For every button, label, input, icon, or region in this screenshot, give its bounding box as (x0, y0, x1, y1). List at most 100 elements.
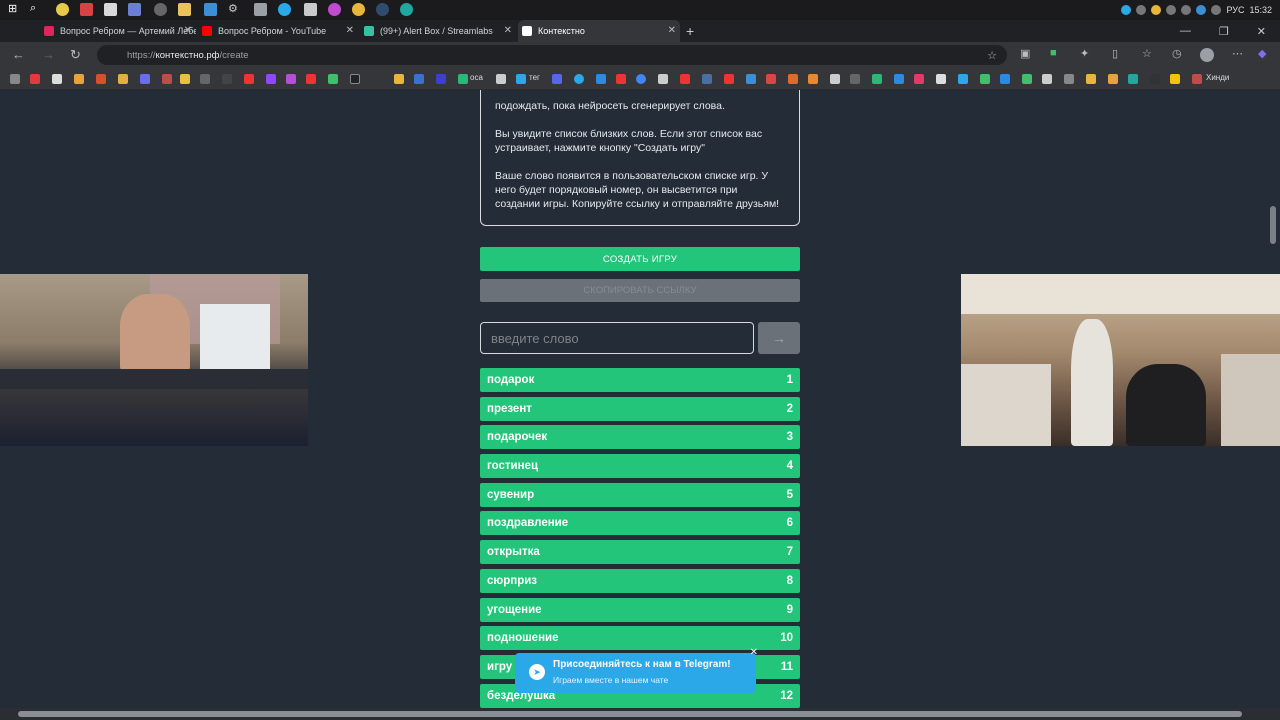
app-icon[interactable] (104, 3, 117, 16)
tab-2[interactable]: Вопрос Ребром - YouTube ✕ (198, 20, 358, 42)
reload-button[interactable]: ↻ (70, 47, 81, 63)
bookmark-icon[interactable] (552, 74, 562, 84)
extension-icon[interactable]: ■ (1050, 47, 1057, 59)
bookmark-icon[interactable] (766, 74, 776, 84)
bookmark-icon[interactable] (516, 74, 526, 84)
app-icon[interactable] (204, 3, 217, 16)
bookmark-icon[interactable] (74, 74, 84, 84)
bookmark-icon[interactable] (914, 74, 924, 84)
bookmark-icon[interactable] (200, 74, 210, 84)
app-icon[interactable] (328, 3, 341, 16)
language-indicator[interactable]: РУС (1226, 5, 1244, 15)
copy-link-button[interactable]: СКОПИРОВАТЬ ССЫЛКУ (480, 279, 800, 302)
bookmark-icon[interactable] (1086, 74, 1096, 84)
app-icon[interactable] (80, 3, 93, 16)
extension-icon[interactable]: ▣ (1020, 47, 1030, 60)
app-icon[interactable] (352, 3, 365, 16)
tab-3[interactable]: (99+) Alert Box / Streamlabs ✕ (360, 20, 516, 42)
battery-icon[interactable] (1211, 5, 1222, 15)
bookmark-icon[interactable] (724, 74, 734, 84)
bookmark-icon[interactable] (658, 74, 668, 84)
bookmark-icon[interactable] (30, 74, 40, 84)
google-icon[interactable] (636, 74, 646, 84)
create-game-button[interactable]: СОЗДАТЬ ИГРУ (480, 247, 800, 271)
bookmark-icon[interactable] (1000, 74, 1010, 84)
bookmark-icon[interactable] (1064, 74, 1074, 84)
bookmark-icon[interactable] (680, 74, 690, 84)
bookmark-icon[interactable] (350, 74, 360, 84)
telegram-icon[interactable] (278, 3, 291, 16)
bookmark-icon[interactable] (180, 74, 190, 84)
start-icon[interactable]: ⊞ (8, 2, 21, 15)
edge-icon[interactable] (400, 3, 413, 16)
bookmark-icon[interactable] (1022, 74, 1032, 84)
bookmark-icon[interactable] (616, 74, 626, 84)
bookmark-icon[interactable] (936, 74, 946, 84)
split-view-icon[interactable]: ▯ (1112, 47, 1118, 60)
word-input[interactable] (480, 322, 754, 354)
bookmark-icon[interactable] (244, 74, 254, 84)
scrollbar-thumb[interactable] (18, 711, 1242, 717)
bookmark-icon[interactable] (830, 74, 840, 84)
app-icon[interactable] (254, 3, 267, 16)
bookmark-icon[interactable] (10, 74, 20, 84)
app-icon[interactable] (304, 3, 317, 16)
tab-1[interactable]: Вопрос Ребром — Артемий Лебедев ✕ (40, 20, 196, 42)
bookmark-icon[interactable] (222, 74, 232, 84)
bookmark-icon[interactable] (894, 74, 904, 84)
clock[interactable]: 15:32 (1249, 5, 1272, 15)
bookmark-icon[interactable] (496, 74, 506, 84)
bookmark-icon[interactable] (96, 74, 106, 84)
twitch-icon[interactable] (266, 74, 276, 84)
bookmark-label[interactable]: тег (529, 73, 540, 82)
close-icon[interactable]: ✕ (504, 25, 512, 36)
steam-icon[interactable] (702, 74, 712, 84)
bookmark-icon[interactable] (980, 74, 990, 84)
app-icon[interactable] (1151, 5, 1162, 15)
bookmark-icon[interactable] (808, 74, 818, 84)
maximize-button[interactable]: ❐ (1219, 25, 1229, 38)
bookmark-icon[interactable] (1150, 74, 1160, 84)
bluetooth-icon[interactable] (1196, 5, 1207, 15)
vertical-scrollbar[interactable] (1270, 206, 1276, 244)
telegram-icon[interactable] (1121, 5, 1132, 15)
avatar[interactable] (1200, 48, 1214, 62)
bookmark-icon[interactable] (788, 74, 798, 84)
bookmark-icon[interactable] (1170, 74, 1180, 84)
bookmark-label[interactable]: Хинди (1206, 73, 1229, 82)
bookmark-icon[interactable] (414, 74, 424, 84)
address-bar[interactable]: https://контекстно.рф/create ☆ (97, 45, 1007, 65)
bookmark-icon[interactable] (1042, 74, 1052, 84)
bookmark-icon[interactable] (958, 74, 968, 84)
submit-word-button[interactable]: → (758, 322, 800, 354)
bookmark-icon[interactable] (1108, 74, 1118, 84)
app-icon[interactable] (56, 3, 69, 16)
bookmark-icon[interactable] (394, 74, 404, 84)
shield-icon[interactable] (1136, 5, 1147, 15)
close-icon[interactable]: ✕ (184, 25, 192, 36)
bookmark-icon[interactable] (1192, 74, 1202, 84)
close-window-button[interactable]: ✕ (1257, 25, 1266, 38)
app-icon[interactable] (128, 3, 141, 16)
new-tab-button[interactable]: + (686, 23, 694, 39)
forward-button[interactable]: → (42, 47, 55, 62)
app-icon[interactable] (154, 3, 167, 16)
bookmark-icon[interactable] (1128, 74, 1138, 84)
bookmark-icon[interactable] (286, 74, 296, 84)
bookmark-icon[interactable] (746, 74, 756, 84)
bookmark-icon[interactable] (140, 74, 150, 84)
bookmark-icon[interactable] (596, 74, 606, 84)
bookmark-icon[interactable] (458, 74, 468, 84)
bookmark-icon[interactable] (162, 74, 172, 84)
star-icon[interactable]: ☆ (987, 49, 997, 62)
bookmark-icon[interactable] (328, 74, 338, 84)
extensions-icon[interactable]: ✦ (1080, 47, 1089, 60)
close-icon[interactable]: ✕ (750, 647, 758, 658)
back-button[interactable]: ← (12, 47, 25, 62)
bookmark-icon[interactable] (436, 74, 446, 84)
minimize-button[interactable]: — (1180, 25, 1191, 37)
steam-icon[interactable] (376, 3, 389, 16)
telegram-icon[interactable] (574, 74, 584, 84)
bookmark-icon[interactable] (118, 74, 128, 84)
bookmark-icon[interactable] (872, 74, 882, 84)
